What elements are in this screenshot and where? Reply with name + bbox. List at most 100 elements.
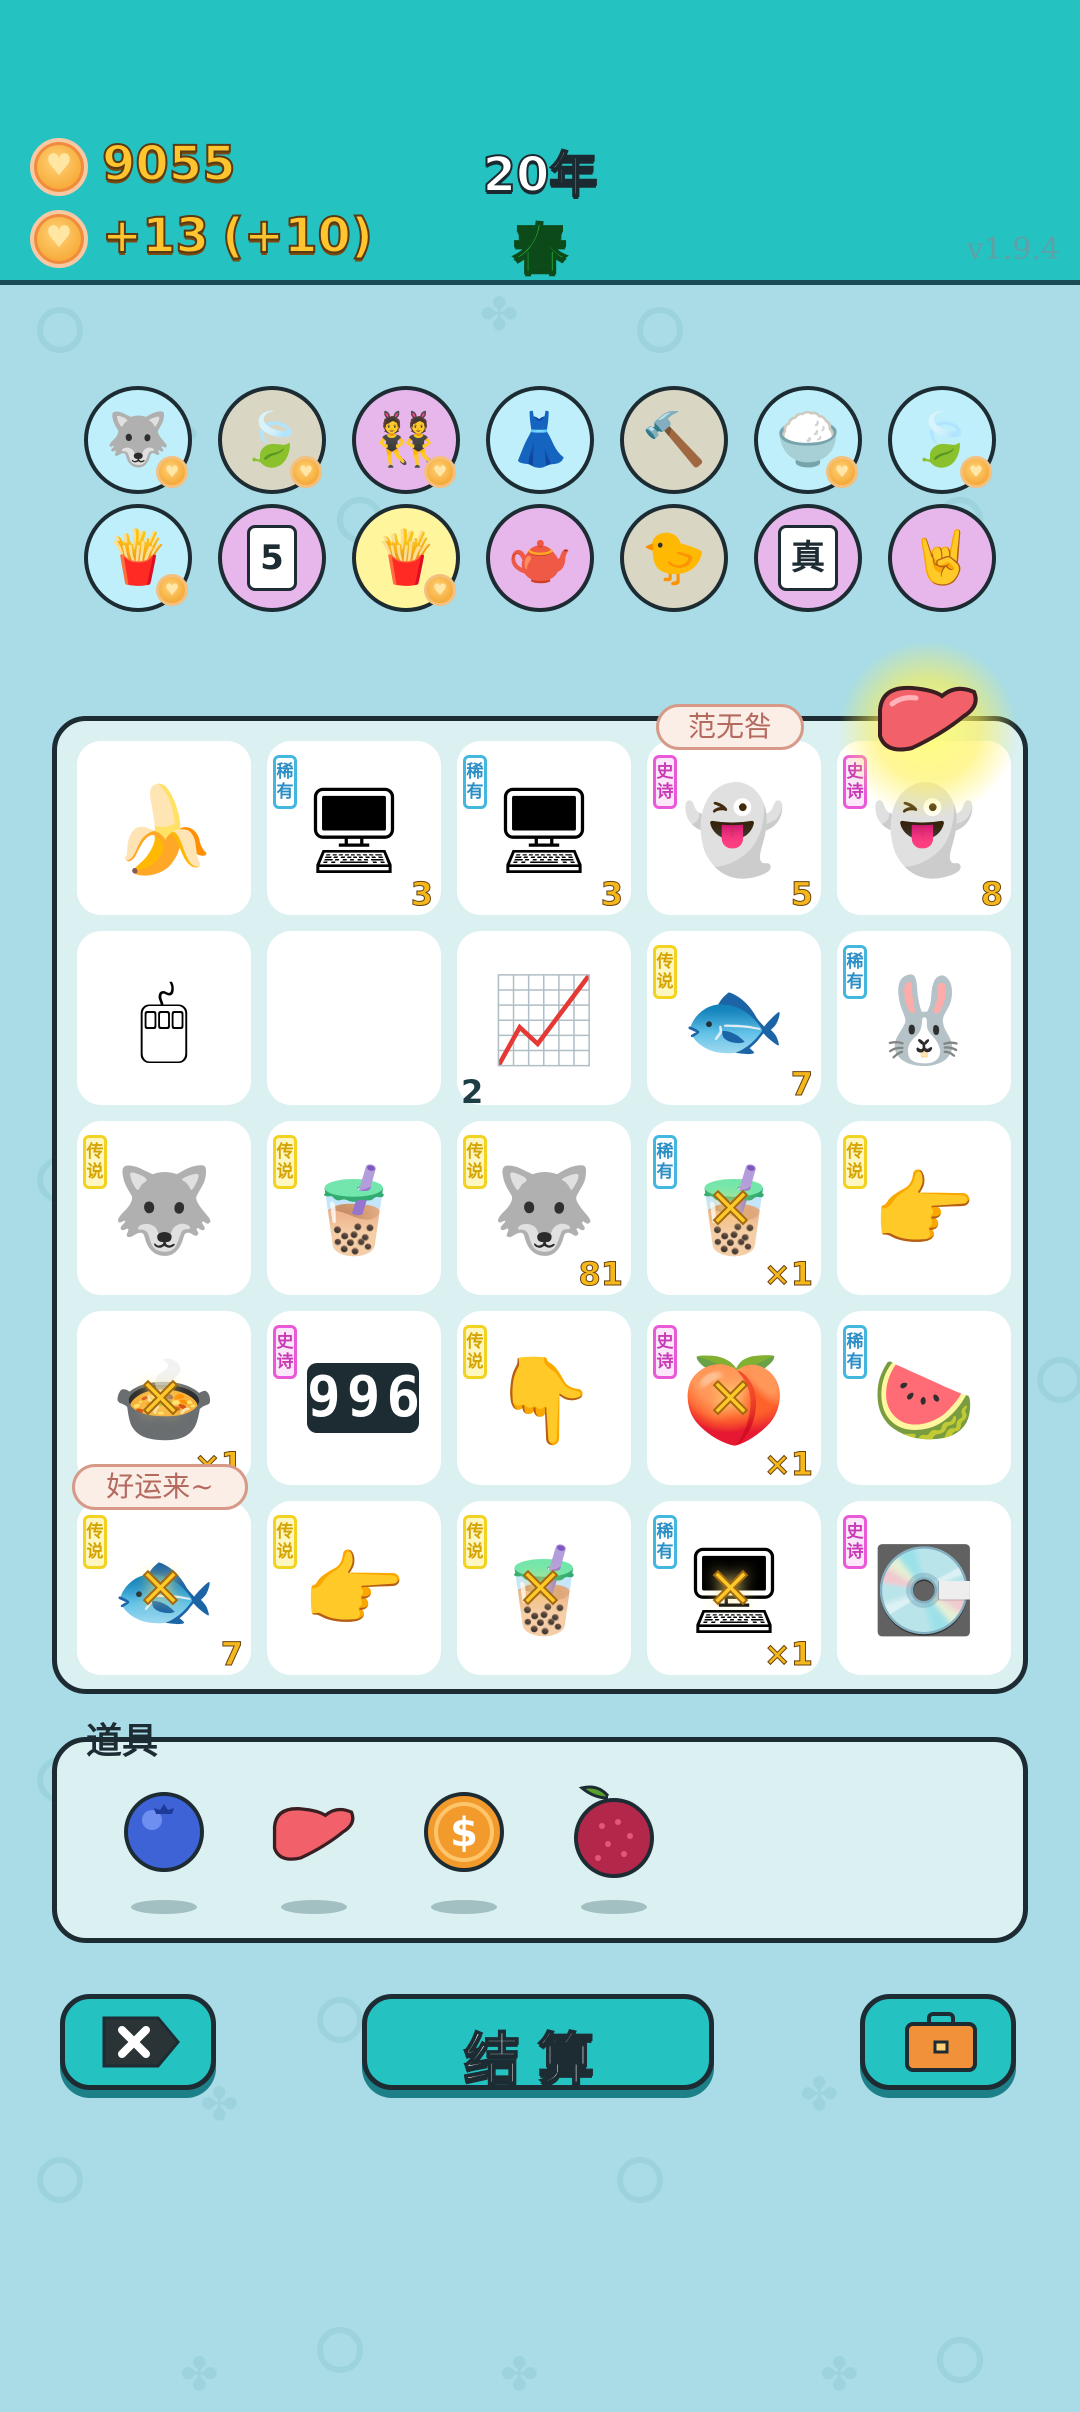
chick-egg-icon: 🐤 xyxy=(641,528,707,588)
briefcase-icon xyxy=(905,2012,977,2072)
rarity-tag: 传说 xyxy=(653,945,677,999)
lychee-icon xyxy=(574,1785,654,1878)
svg-text:✤: ✤ xyxy=(820,2347,859,2401)
income-amount: +13 xyxy=(101,207,210,265)
jar-icon: 真 xyxy=(778,525,838,591)
year-label: 20年 xyxy=(482,146,599,204)
dollar-coin-icon: $ xyxy=(424,1792,504,1872)
items-title: 道具 xyxy=(86,1720,159,1762)
board-cell[interactable]: 🧋 传说 ✕ xyxy=(457,1501,631,1675)
destroy-x-icon: ✕ xyxy=(706,1556,755,1623)
rarity-tag: 传说 xyxy=(463,1515,487,1569)
gravy-boat-icon: 🫖 xyxy=(507,528,573,588)
rarity-tag: 传说 xyxy=(843,1135,867,1189)
board-cell[interactable]: 📈 2 xyxy=(457,931,631,1111)
banana-icon: 🍌 xyxy=(111,781,217,879)
board-cell[interactable]: 👉 传说 xyxy=(837,1121,1011,1295)
rarity-tag: 传说 xyxy=(463,1325,487,1379)
board-cell[interactable] xyxy=(267,931,441,1105)
board-cell[interactable]: 🧋 稀有 ✕ ×1 xyxy=(647,1121,821,1295)
heart-badge-icon: ♥ xyxy=(290,456,322,488)
rarity-tag: 传说 xyxy=(83,1135,107,1189)
board-cell[interactable]: 🐺 传说 81 xyxy=(457,1121,631,1295)
season-label: 春 xyxy=(512,217,568,282)
svg-text:$: $ xyxy=(450,1810,478,1856)
inventory-button[interactable] xyxy=(860,1994,1016,2090)
rarity-tag: 传说 xyxy=(273,1515,297,1569)
board-cell[interactable]: 🍌 xyxy=(77,741,251,915)
backspace-x-icon xyxy=(102,2016,180,2068)
rarity-tag: 史诗 xyxy=(843,1515,867,1569)
gold-coin-icon xyxy=(30,138,88,196)
heart-badge-icon: ♥ xyxy=(424,456,456,488)
relic-rock-hand-icon[interactable]: 🤘 xyxy=(888,504,996,612)
item-count: 81 xyxy=(578,1255,624,1294)
destroy-x-icon: ✕ xyxy=(136,1366,185,1433)
item-slot-dollar[interactable]: $ xyxy=(418,1790,510,1914)
slot-board: 🍌🖥稀有3🖥稀有3👻史诗5👻史诗8🖱📈2🐟传说7🐰稀有🐺传说🧋传说🐺传说81🧋稀… xyxy=(52,716,1028,1694)
relic-leaf-icon[interactable]: 🍃 ♥ xyxy=(888,386,996,494)
rarity-tag: 稀有 xyxy=(843,945,867,999)
board-cell[interactable]: 👻 史诗 5 xyxy=(647,741,821,915)
skirt-icon: 👗 xyxy=(507,410,573,470)
settle-button[interactable]: 结算 xyxy=(362,1994,714,2094)
relic-rice-bowl-icon[interactable]: 🍚 ♥ xyxy=(754,386,862,494)
destroy-x-icon: ✕ xyxy=(706,1176,755,1243)
relic-twins-icon[interactable]: 👯 ♥ xyxy=(352,386,460,494)
board-cell[interactable]: 🍉 稀有 xyxy=(837,1311,1011,1485)
svg-text:✤: ✤ xyxy=(180,2347,219,2401)
relic-fries-icon[interactable]: 🍟 ♥ xyxy=(84,504,192,612)
board-cell[interactable]: 👇 传说 xyxy=(457,1311,631,1485)
board-cell[interactable]: 🐺 传说 xyxy=(77,1121,251,1295)
relic-fries-icon[interactable]: 🍟 ♥ xyxy=(352,504,460,612)
relic-jar-icon[interactable]: 真 xyxy=(754,504,862,612)
board-cell[interactable]: 🐟 传说 ✕ 7 xyxy=(77,1501,251,1675)
relic-skirt-icon[interactable]: 👗 xyxy=(486,386,594,494)
996-icon: 996 xyxy=(307,1363,420,1433)
board-cell[interactable]: 👉 传说 xyxy=(267,1501,441,1675)
item-slot-blueberry[interactable] xyxy=(118,1790,210,1914)
rarity-tag: 传说 xyxy=(273,1135,297,1189)
board-cell[interactable]: 🖥 稀有 3 xyxy=(267,741,441,915)
item-slot-lychee[interactable] xyxy=(568,1782,660,1914)
heart-badge-icon: ♥ xyxy=(156,574,188,606)
relic-leaf-icon[interactable]: 🍃 ♥ xyxy=(218,386,326,494)
board-cell[interactable]: 🍑 史诗 ✕ ×1 xyxy=(647,1311,821,1485)
board-cell[interactable]: 💽 史诗 xyxy=(837,1501,1011,1675)
rarity-tag: 史诗 xyxy=(653,755,677,809)
heart-badge-icon: ♥ xyxy=(826,456,858,488)
speech-bubble-top: 范无咎 xyxy=(656,704,804,750)
liver-icon xyxy=(272,1807,355,1861)
top-status-bar: 9055 +13 (+10) 20年 春 v1.9.4 xyxy=(0,0,1080,285)
heart-badge-icon: ♥ xyxy=(424,574,456,606)
item-count: 8 xyxy=(980,875,1003,914)
board-cell[interactable]: 🖱 xyxy=(77,931,251,1105)
board-cell[interactable]: 🖥 稀有 ✕ ×1 xyxy=(647,1501,821,1675)
board-cell[interactable]: 🐟 传说 7 xyxy=(647,931,821,1105)
relic-calendar-icon[interactable]: 5 xyxy=(218,504,326,612)
rarity-tag: 稀有 xyxy=(653,1135,677,1189)
destroy-x-icon: ✕ xyxy=(136,1556,185,1623)
rarity-tag: 稀有 xyxy=(273,755,297,809)
relic-chick-egg-icon[interactable]: 🐤 xyxy=(620,504,728,612)
rarity-tag: 稀有 xyxy=(653,1515,677,1569)
board-cell[interactable]: 🖥 稀有 3 xyxy=(457,741,631,915)
board-cell[interactable]: 996 史诗 xyxy=(267,1311,441,1485)
relic-hammer-icon[interactable]: 🔨 xyxy=(620,386,728,494)
item-count: 7 xyxy=(220,1635,243,1674)
relic-gravy-boat-icon[interactable]: 🫖 xyxy=(486,504,594,612)
relic-husky-icon[interactable]: 🐺 ♥ xyxy=(84,386,192,494)
delete-button[interactable] xyxy=(60,1994,216,2090)
heart-badge-icon: ♥ xyxy=(960,456,992,488)
board-cell[interactable]: 🧋 传说 xyxy=(267,1121,441,1295)
board-cell[interactable]: 🍲✕×1 xyxy=(77,1311,251,1485)
item-slot-liver[interactable] xyxy=(268,1790,360,1914)
stock-chart-icon: 📈 xyxy=(491,971,597,1069)
board-cell[interactable]: 🐰 稀有 xyxy=(837,931,1011,1105)
svg-text:✤: ✤ xyxy=(800,2067,839,2121)
svg-text:✤: ✤ xyxy=(480,287,519,341)
item-count: 2 xyxy=(461,1073,484,1111)
heart-badge-icon: ♥ xyxy=(156,456,188,488)
item-count: 3 xyxy=(600,875,623,914)
item-count: ×1 xyxy=(763,1635,813,1674)
